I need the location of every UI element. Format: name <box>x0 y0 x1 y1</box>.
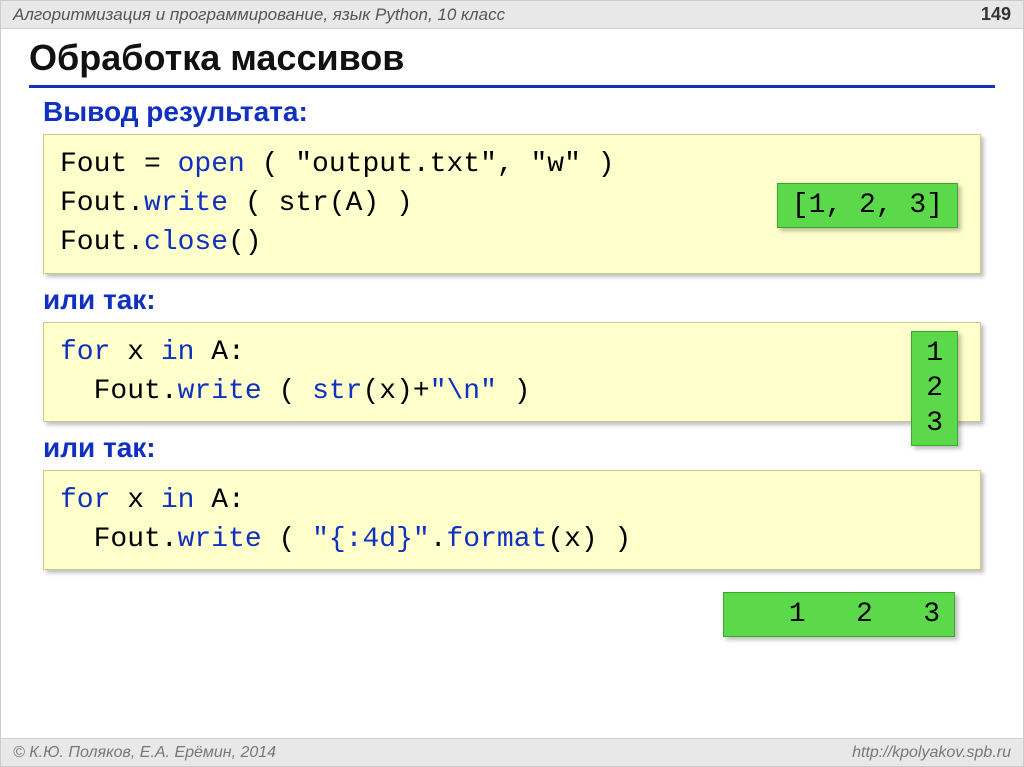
code-text: A: <box>194 337 244 368</box>
page-number: 149 <box>981 4 1011 25</box>
slide-footer: © К.Ю. Поляков, Е.А. Ерёмин, 2014 http:/… <box>1 738 1023 766</box>
code-text: ( "output.txt", "w" ) <box>245 149 615 180</box>
code-fn-open: open <box>178 149 245 180</box>
code-block-2: for x in A: Fout.write ( str(x)+"\n" )1 … <box>43 322 981 422</box>
header-title: Алгоритмизация и программирование, язык … <box>13 5 505 25</box>
code-kw-in: in <box>161 485 195 516</box>
slide-header: Алгоритмизация и программирование, язык … <box>1 1 1023 29</box>
page-title: Обработка массивов <box>29 37 995 88</box>
code-text: ( str(A) ) <box>228 188 413 219</box>
alt-label-1: или так: <box>29 284 995 316</box>
code-text: Fout. <box>60 524 178 555</box>
code-fn-write: write <box>144 188 228 219</box>
code-text: (x)+ <box>362 376 429 407</box>
footer-url: http://kpolyakov.spb.ru <box>852 744 1011 762</box>
code-fn-write: write <box>178 524 262 555</box>
code-text: Fout. <box>60 376 178 407</box>
code-text: A: <box>194 485 244 516</box>
code-str-literal: "\n" <box>430 376 497 407</box>
alt-label-2: или так: <box>29 432 995 464</box>
code-text: x <box>110 337 160 368</box>
footer-copyright: © К.Ю. Поляков, Е.А. Ерёмин, 2014 <box>13 744 276 762</box>
code-text: Fout = <box>60 149 178 180</box>
code-fn-write: write <box>178 376 262 407</box>
output-box-3: 1 2 3 <box>723 592 955 637</box>
code-text: () <box>228 227 262 258</box>
code-text: Fout. <box>60 227 144 258</box>
output-row-3: 1 2 3 <box>29 592 995 637</box>
output-box-2: 1 2 3 <box>911 331 958 446</box>
code-text: ) <box>497 376 531 407</box>
code-block-3: for x in A: Fout.write ( "{:4d}".format(… <box>43 470 981 570</box>
code-fn-str: str <box>312 376 362 407</box>
output-box-1: [1, 2, 3] <box>777 183 958 228</box>
code-fn-format: format <box>447 524 548 555</box>
code-text: (x) ) <box>547 524 631 555</box>
code-text: x <box>110 485 160 516</box>
code-text: Fout. <box>60 188 144 219</box>
code-block-1: Fout = open ( "output.txt", "w" ) Fout.w… <box>43 134 981 274</box>
code-text: . <box>430 524 447 555</box>
section-subtitle: Вывод результата: <box>29 96 995 128</box>
code-str-literal: "{:4d}" <box>312 524 430 555</box>
code-text: ( <box>262 376 312 407</box>
code-fn-close: close <box>144 227 228 258</box>
slide-content: Обработка массивов Вывод результата: Fou… <box>1 29 1023 637</box>
code-kw-for: for <box>60 485 110 516</box>
code-text: ( <box>262 524 312 555</box>
code-kw-in: in <box>161 337 195 368</box>
code-kw-for: for <box>60 337 110 368</box>
